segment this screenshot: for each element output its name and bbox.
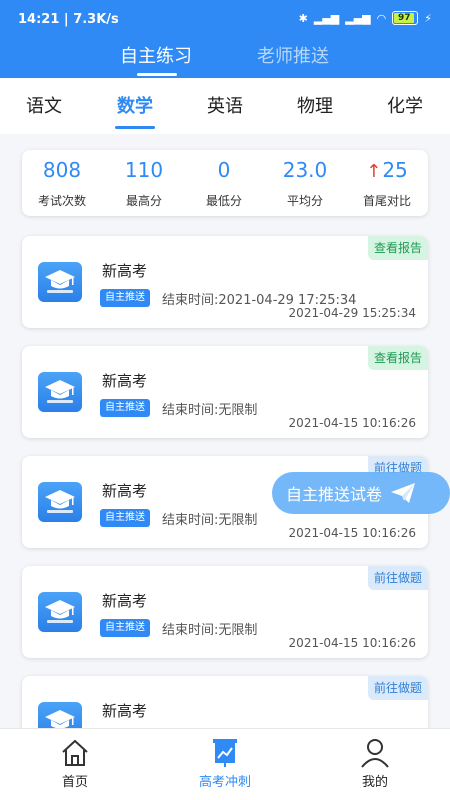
go-practice-button[interactable]: 前往做题 — [367, 566, 428, 590]
go-practice-button[interactable]: 前往做题 — [367, 676, 428, 700]
exam-date: 2021-04-15 10:16:26 — [288, 636, 416, 650]
nav-mine[interactable]: 我的 — [330, 737, 420, 790]
stat-value: 808 — [42, 158, 82, 182]
home-icon — [30, 737, 120, 771]
stat-label: 平均分 — [286, 194, 323, 208]
stat-value-wrap: ↑25 — [352, 158, 422, 184]
exam-end-time: 结束时间:无限制 — [162, 513, 258, 528]
signal-icon-2: ▂▄▆ — [345, 11, 371, 25]
wifi-icon: ◠ — [376, 11, 387, 25]
signal-icon: ▂▄▆ — [313, 11, 340, 25]
graduation-cap-icon — [38, 592, 82, 632]
subject-bar: 语文 数学 英语 物理 化学 — [0, 78, 450, 134]
stat-average: 23.0 平均分 — [270, 158, 340, 209]
exam-title: 新高考 — [102, 482, 148, 500]
clock: 14:21 — [18, 12, 60, 27]
stat-label: 首尾对比 — [362, 194, 411, 208]
status-time: 14:21 | 7.3K/s — [18, 12, 119, 27]
exam-date: 2021-04-29 15:25:34 — [288, 306, 416, 320]
stat-exam-count: 808 考试次数 — [27, 158, 97, 209]
battery-icon: 97 — [392, 11, 419, 25]
nav-gaokao-sprint[interactable]: 高考冲刺 — [180, 737, 270, 790]
exam-title: 新高考 — [102, 702, 148, 720]
float-button-label: 自主推送试卷 — [286, 485, 383, 504]
exam-card[interactable]: 新高考 自主推送 结束时间:无限制 2021-04-15 10:16:26 查看… — [22, 346, 428, 438]
push-badge: 自主推送 — [100, 289, 150, 307]
stats-card: 808 考试次数 110 最高分 0 最低分 23.0 平均分 ↑25 首尾对比 — [22, 150, 428, 216]
user-icon — [330, 737, 420, 771]
graduation-cap-icon — [38, 262, 82, 302]
push-badge: 自主推送 — [100, 399, 150, 417]
stat-lowest: 0 最低分 — [189, 158, 259, 209]
exam-end-time: 结束时间:无限制 — [162, 623, 258, 638]
exam-title: 新高考 — [102, 372, 148, 390]
stat-label: 最高分 — [125, 194, 162, 208]
stat-label: 考试次数 — [37, 194, 86, 208]
stat-highest: 110 最高分 — [109, 158, 179, 209]
nav-home[interactable]: 首页 — [30, 737, 120, 790]
active-tab-indicator — [137, 73, 177, 76]
nav-label: 首页 — [61, 775, 88, 790]
subject-chinese[interactable]: 语文 — [26, 92, 62, 118]
subject-chemistry[interactable]: 化学 — [387, 92, 423, 118]
exam-title: 新高考 — [102, 592, 148, 610]
bluetooth-icon: ✱ — [298, 11, 308, 25]
paper-plane-icon — [391, 483, 416, 503]
subject-physics[interactable]: 物理 — [297, 92, 333, 118]
stat-first-last: ↑25 首尾对比 — [352, 158, 422, 209]
stat-label: 最低分 — [205, 194, 242, 208]
graduation-cap-icon — [38, 482, 82, 522]
exam-card[interactable]: 新高考 自主推送 结束时间:无限制 2021-04-15 10:16:26 前往… — [22, 566, 428, 658]
chart-board-icon — [180, 737, 270, 771]
stat-value: 23.0 — [282, 158, 328, 182]
subject-math[interactable]: 数学 — [117, 92, 153, 118]
subject-english[interactable]: 英语 — [207, 92, 243, 118]
exam-date: 2021-04-15 10:16:26 — [288, 416, 416, 430]
stat-value: 0 — [217, 158, 231, 182]
network-speed: 7.3K/s — [73, 12, 119, 27]
nav-label: 我的 — [361, 775, 388, 790]
active-subject-indicator — [115, 126, 155, 129]
status-icons: ✱ ▂▄▆ ▂▄▆ ◠ 97 ⚡ — [299, 11, 432, 25]
nav-label: 高考冲刺 — [198, 775, 251, 790]
push-paper-float-button[interactable]: 自主推送试卷 — [272, 472, 450, 514]
view-report-button[interactable]: 查看报告 — [367, 236, 428, 260]
exam-card[interactable]: 新高考 前往做题 — [22, 676, 428, 736]
exam-title: 新高考 — [102, 262, 148, 280]
charging-icon: ⚡ — [424, 11, 432, 25]
view-report-button[interactable]: 查看报告 — [367, 346, 428, 370]
status-bar: 14:21 | 7.3K/s ✱ ▂▄▆ ▂▄▆ ◠ 97 ⚡ — [0, 0, 450, 40]
tab-teacher-push[interactable]: 老师推送 — [257, 42, 329, 68]
graduation-cap-icon — [38, 372, 82, 412]
exam-end-time: 结束时间:无限制 — [162, 403, 258, 418]
stat-value: 110 — [124, 158, 164, 182]
battery-level: 97 — [394, 13, 415, 23]
push-badge: 自主推送 — [100, 619, 150, 637]
tab-self-practice[interactable]: 自主练习 — [120, 42, 192, 68]
push-badge: 自主推送 — [100, 509, 150, 527]
top-tabs: 自主练习 老师推送 — [0, 40, 450, 78]
stat-value: 25 — [382, 158, 408, 182]
exam-card[interactable]: 新高考 自主推送 结束时间:2021-04-29 17:25:34 2021-0… — [22, 236, 428, 328]
bottom-nav: 首页 高考冲刺 我的 — [0, 728, 450, 800]
arrow-up-icon: ↑ — [366, 161, 382, 182]
exam-date: 2021-04-15 10:16:26 — [288, 526, 416, 540]
